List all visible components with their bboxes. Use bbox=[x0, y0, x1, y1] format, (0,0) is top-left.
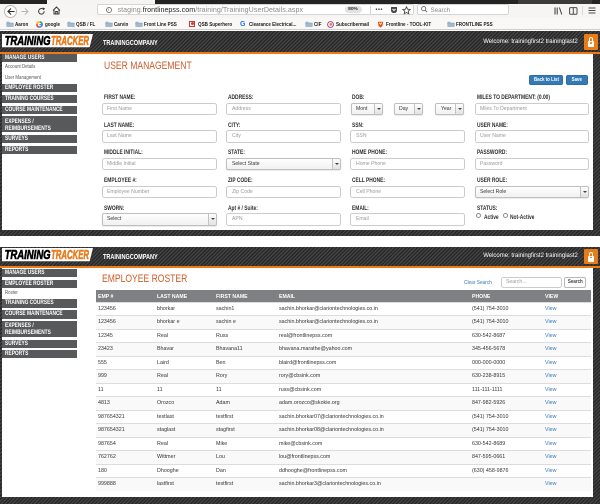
svg-text:TRAINING: TRAINING bbox=[4, 35, 50, 48]
svg-text:TRAINING: TRAINING bbox=[4, 249, 50, 262]
svg-text:TRACKER: TRACKER bbox=[51, 249, 90, 262]
svg-text:TRACKER: TRACKER bbox=[51, 35, 90, 48]
